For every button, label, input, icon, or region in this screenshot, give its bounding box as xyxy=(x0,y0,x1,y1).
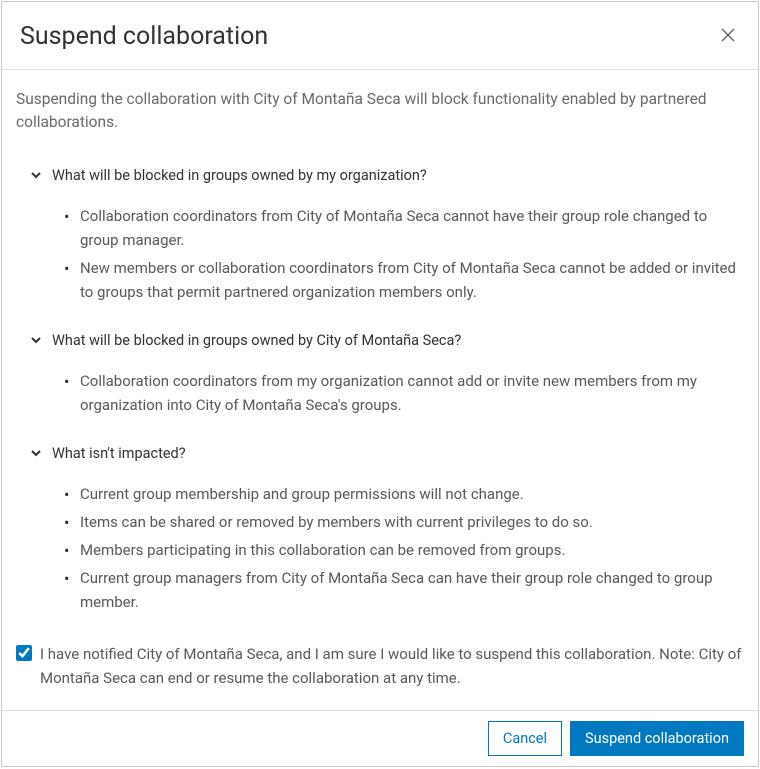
list-item: Items can be shared or removed by member… xyxy=(64,510,744,534)
suspend-button[interactable]: Suspend collaboration xyxy=(570,721,744,756)
chevron-down-icon xyxy=(30,334,42,346)
close-icon xyxy=(721,27,735,46)
section-title: What will be blocked in groups owned by … xyxy=(52,332,461,349)
chevron-down-icon xyxy=(30,447,42,459)
dialog-footer: Cancel Suspend collaboration xyxy=(2,710,758,766)
list-item: New members or collaboration coordinator… xyxy=(64,256,744,304)
section-header[interactable]: What isn't impacted? xyxy=(16,445,744,462)
dialog-header: Suspend collaboration xyxy=(2,2,758,70)
suspend-collaboration-dialog: Suspend collaboration Suspending the col… xyxy=(1,1,759,767)
list-item: Current group membership and group permi… xyxy=(64,482,744,506)
intro-text: Suspending the collaboration with City o… xyxy=(16,88,744,135)
cancel-button[interactable]: Cancel xyxy=(488,721,562,756)
confirm-row: I have notified City of Montaña Seca, an… xyxy=(16,642,744,690)
section-blocked-my-org: What will be blocked in groups owned by … xyxy=(16,167,744,304)
section-list: Collaboration coordinators from my organ… xyxy=(16,369,744,417)
confirm-checkbox[interactable] xyxy=(16,645,32,661)
confirm-text: I have notified City of Montaña Seca, an… xyxy=(40,642,744,690)
list-item: Collaboration coordinators from my organ… xyxy=(64,369,744,417)
list-item: Members participating in this collaborat… xyxy=(64,538,744,562)
chevron-down-icon xyxy=(30,169,42,181)
section-not-impacted: What isn't impacted? Current group membe… xyxy=(16,445,744,614)
list-item: Collaboration coordinators from City of … xyxy=(64,204,744,252)
section-list: Current group membership and group permi… xyxy=(16,482,744,614)
section-header[interactable]: What will be blocked in groups owned by … xyxy=(16,332,744,349)
dialog-content: Suspending the collaboration with City o… xyxy=(2,70,758,710)
close-button[interactable] xyxy=(720,29,736,45)
section-title: What isn't impacted? xyxy=(52,445,186,462)
list-item: Current group managers from City of Mont… xyxy=(64,566,744,614)
section-header[interactable]: What will be blocked in groups owned by … xyxy=(16,167,744,184)
dialog-title: Suspend collaboration xyxy=(20,22,268,51)
section-blocked-partner: What will be blocked in groups owned by … xyxy=(16,332,744,417)
section-list: Collaboration coordinators from City of … xyxy=(16,204,744,304)
section-title: What will be blocked in groups owned by … xyxy=(52,167,427,184)
